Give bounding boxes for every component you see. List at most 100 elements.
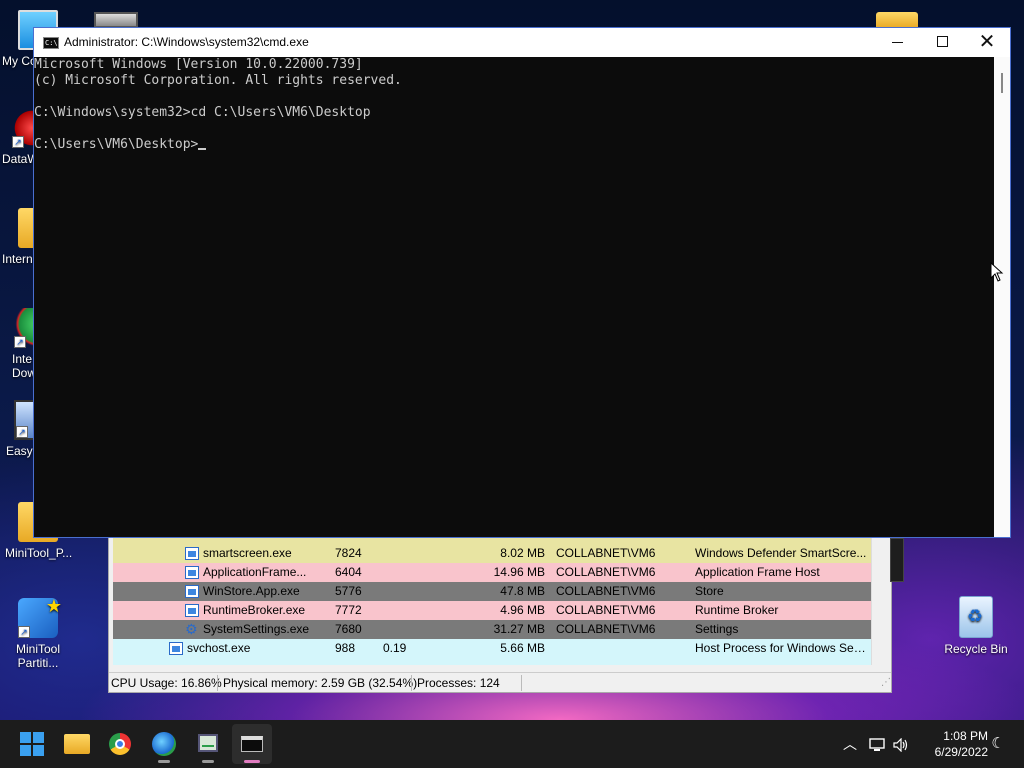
process-description: Application Frame Host [695, 565, 820, 579]
text-cursor [198, 148, 207, 150]
desktop-icon-partial-top[interactable] [94, 12, 138, 28]
volume-icon[interactable] [890, 720, 912, 768]
table-row[interactable] [113, 658, 871, 665]
console-scrollbar[interactable] [994, 57, 1010, 537]
physical-memory-status: Physical memory: 2.59 GB (32.54%) [223, 676, 418, 690]
task-manager-button[interactable] [188, 724, 228, 764]
chrome-button[interactable] [100, 724, 140, 764]
process-icon [185, 585, 199, 598]
cmd-taskbar-button[interactable] [232, 724, 272, 764]
table-row[interactable]: RuntimeBroker.exe 7772 4.96 MB COLLABNET\VM… [113, 601, 871, 620]
minimize-button[interactable] [874, 28, 920, 57]
clock-time: 1:08 PM [943, 729, 988, 743]
close-button[interactable]: ✕ [964, 28, 1010, 57]
terminal-icon [241, 736, 263, 752]
folder-icon [64, 734, 90, 754]
maximize-icon [936, 35, 948, 47]
process-user: COLLABNET\VM6 [556, 603, 656, 617]
notification-icon[interactable]: ☾ [988, 720, 1008, 768]
file-explorer-button[interactable] [56, 724, 96, 764]
moon-icon: ☾ [991, 735, 1005, 752]
status-separator [521, 675, 522, 691]
task-manager-scrollbar-edge[interactable] [890, 538, 904, 582]
star-icon: ★ [45, 596, 62, 616]
table-row[interactable]: ApplicationFrame... 6404 14.96 MB COLLABNET… [113, 563, 871, 582]
table-row[interactable]: ⚙ SystemSettings.exe 7680 31.27 MB COLLABNET… [113, 620, 871, 639]
process-name: svchost.exe [187, 641, 251, 655]
system-clock[interactable]: 1:08 PM 6/29/2022 [912, 728, 988, 760]
process-memory: 4.96 MB [500, 603, 545, 617]
shortcut-arrow-icon: ↗ [16, 426, 28, 438]
recycle-bin-icon: ♻ [959, 596, 993, 638]
process-user: COLLABNET\VM6 [556, 584, 656, 598]
process-pid: 7680 [335, 622, 362, 636]
console-output[interactable]: Microsoft Windows [Version 10.0.22000.73… [34, 57, 994, 537]
process-description: Runtime Broker [695, 603, 779, 617]
process-memory: 31.27 MB [493, 622, 545, 636]
running-indicator [202, 760, 214, 763]
process-memory: 14.96 MB [493, 565, 545, 579]
globe-icon [152, 732, 176, 756]
resize-grip-icon[interactable]: ⋰ [879, 673, 891, 693]
process-pid: 7772 [335, 603, 362, 617]
table-row[interactable]: smartscreen.exe 7824 8.02 MB COLLABNET\VM6 W… [113, 544, 871, 563]
console-line: (c) Microsoft Corporation. All rights re… [34, 73, 402, 88]
process-memory: 47.8 MB [500, 584, 545, 598]
process-icon [185, 566, 199, 579]
console-prompt: C:\Users\VM6\Desktop> [34, 137, 199, 152]
task-manager-window[interactable]: svchost.exe smartscreen.exe 7824 8.02 MB CO… [108, 530, 892, 693]
start-button[interactable] [12, 724, 52, 764]
process-icon [185, 547, 199, 560]
process-pid: 988 [335, 641, 356, 655]
process-icon [169, 642, 183, 655]
process-memory: 8.02 MB [500, 546, 545, 560]
process-memory: 5.66 MB [500, 641, 545, 655]
chevron-up-icon: ︿ [843, 736, 857, 752]
shortcut-arrow-icon: ↗ [18, 626, 30, 638]
desktop-icon-recycle-bin[interactable]: ♻ Recycle Bin [938, 596, 1014, 656]
process-list[interactable]: svchost.exe smartscreen.exe 7824 8.02 MB CO… [113, 531, 871, 665]
console-line: Microsoft Windows [Version 10.0.22000.73… [34, 57, 363, 72]
minitool-wizard-icon: ★ ↗ [18, 596, 62, 638]
process-pid: 6404 [335, 565, 362, 579]
process-name: SystemSettings.exe [203, 622, 310, 636]
status-bar: CPU Usage: 16.86% Physical memory: 2.59 … [109, 672, 891, 692]
processes-count-status: Processes: 124 [417, 676, 500, 690]
network-icon[interactable] [866, 720, 888, 768]
cmd-app-icon: C:\ [43, 37, 59, 49]
cmd-titlebar[interactable]: C:\ Administrator: C:\Windows\system32\c… [34, 28, 1010, 57]
table-row[interactable]: WinStore.App.exe 5776 47.8 MB COLLABNET\VM6… [113, 582, 871, 601]
process-description: Settings [695, 622, 739, 636]
process-name: RuntimeBroker.exe [203, 603, 306, 617]
desktop-icon-minitool-partition[interactable]: ★ ↗ MiniTool Partiti... [0, 596, 76, 670]
cmd-window[interactable]: C:\ Administrator: C:\Windows\system32\c… [33, 27, 1011, 538]
running-indicator [244, 760, 260, 763]
network-app-button[interactable] [144, 724, 184, 764]
process-icon [185, 604, 199, 617]
console-prompt-line[interactable]: C:\Users\VM6\Desktop> [34, 137, 994, 153]
process-list-scrollbar[interactable] [871, 531, 888, 665]
process-user: COLLABNET\VM6 [556, 622, 656, 636]
show-hidden-icons-button[interactable]: ︿ [838, 720, 862, 768]
scrollbar-thumb[interactable] [1001, 73, 1003, 93]
process-pid: 5776 [335, 584, 362, 598]
table-row[interactable]: svchost.exe 988 0.19 5.66 MB Host Process fo… [113, 639, 871, 658]
console-line: C:\Windows\system32>cd C:\Users\VM6\Desk… [34, 105, 371, 120]
shortcut-arrow-icon: ↗ [12, 136, 24, 148]
process-description: Store [695, 584, 724, 598]
process-description: Windows Defender SmartScre... [695, 546, 867, 560]
process-pid: 7824 [335, 546, 362, 560]
maximize-button[interactable] [919, 28, 965, 57]
process-user: COLLABNET\VM6 [556, 565, 656, 579]
folder-icon[interactable] [876, 12, 918, 28]
process-user: COLLABNET\VM6 [556, 546, 656, 560]
process-cpu: 0.19 [383, 641, 407, 655]
running-indicator [158, 760, 170, 763]
windows-logo-icon [20, 732, 44, 756]
status-separator [411, 675, 412, 691]
shortcut-arrow-icon: ↗ [14, 336, 26, 348]
minimize-icon [891, 42, 903, 44]
cmd-window-title: Administrator: C:\Windows\system32\cmd.e… [64, 35, 309, 49]
process-name: smartscreen.exe [203, 546, 292, 560]
